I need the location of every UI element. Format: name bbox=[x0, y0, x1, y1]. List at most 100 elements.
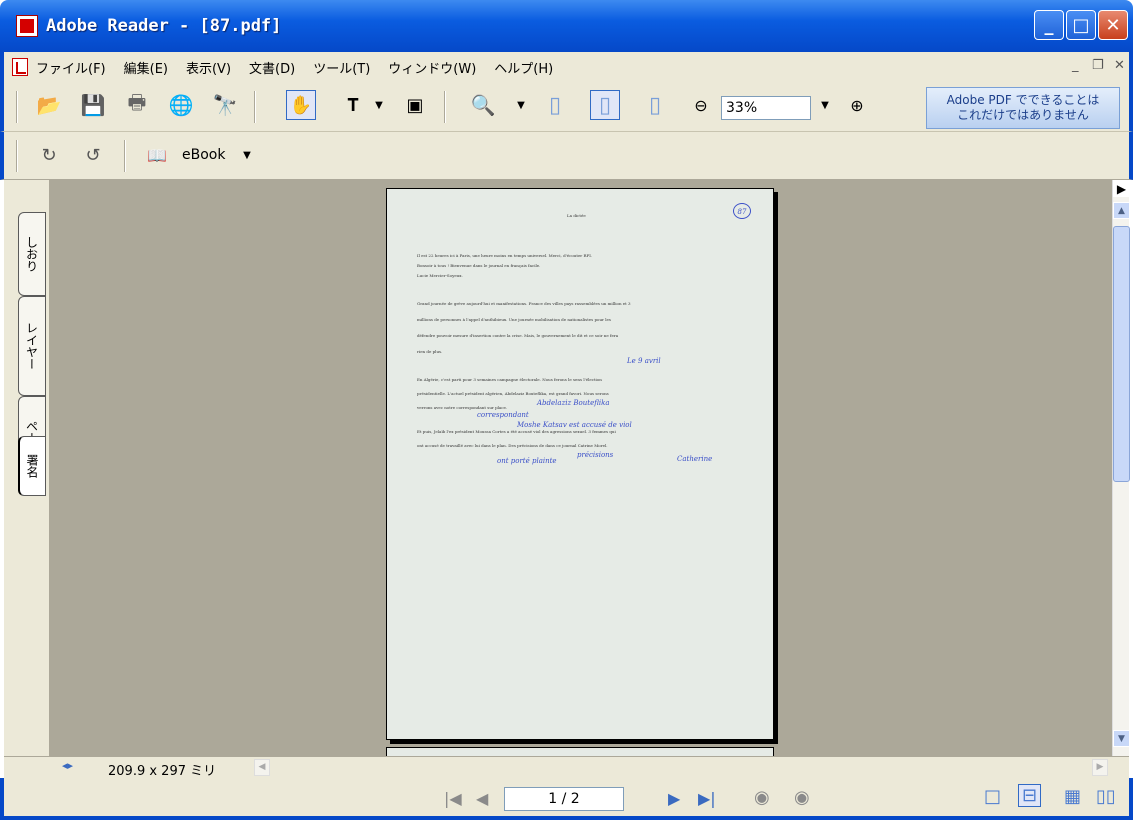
fit-page-icon[interactable]: ▯ bbox=[590, 90, 620, 120]
separator bbox=[124, 140, 126, 172]
continuous-icon[interactable]: ⊟ bbox=[1018, 784, 1042, 807]
save-icon[interactable]: 💾 bbox=[78, 90, 108, 120]
doc-restore-icon[interactable]: ❐ bbox=[1092, 58, 1104, 73]
panel-arrow-icon[interactable]: ▶ bbox=[1113, 180, 1130, 197]
vertical-scrollbar[interactable]: ▶ ▲ ▼ bbox=[1112, 180, 1130, 756]
doc-line-1: Il est 22 heures ici à Paris, une heure … bbox=[417, 253, 593, 258]
ebook-button[interactable]: eBook bbox=[182, 147, 225, 163]
rotate-counterclockwise-icon[interactable]: ↺ bbox=[78, 140, 108, 170]
annotation-katsav: Moshe Katsav est accusé de viol bbox=[517, 421, 632, 429]
doc-line-8: En Algérie, c'est parti pour 3 semaines … bbox=[417, 377, 602, 382]
doc-line-11: Et puis, Jelaïb l'ex président Moussa Co… bbox=[417, 429, 616, 434]
actual-size-icon[interactable]: ▯ bbox=[540, 90, 570, 120]
toolbar-grip bbox=[16, 91, 18, 123]
menu-help[interactable]: ヘルプ(H) bbox=[494, 58, 553, 77]
open-folder-icon[interactable]: 📂 bbox=[34, 90, 64, 120]
doc-line-6: défendre pouvoir mesure d'insertion cont… bbox=[417, 333, 619, 338]
doc-close-icon[interactable]: ✕ bbox=[1114, 58, 1125, 73]
separator bbox=[254, 91, 256, 123]
toolbar-grip bbox=[16, 140, 18, 172]
go-back-icon[interactable]: ◉ bbox=[754, 787, 770, 808]
tab-layers-label: レイヤー bbox=[24, 322, 39, 370]
scroll-down-icon[interactable]: ▼ bbox=[1113, 730, 1130, 747]
menu-view[interactable]: 表示(V) bbox=[186, 58, 231, 77]
document-view[interactable]: La dictée 87 Il est 22 heures ici à Pari… bbox=[50, 180, 1112, 756]
navigation-bar: |◀ ◀ 1 / 2 ▶ ▶| ◉ ◉ □ ⊟ ▦ ▯▯ bbox=[0, 778, 1133, 820]
annotation-correspondant: correspondant bbox=[477, 411, 529, 419]
doc-line-9: présidentielle. L'actuel président algér… bbox=[417, 391, 609, 396]
rotate-clockwise-icon[interactable]: ↻ bbox=[34, 140, 64, 170]
annotation-plainte: ont porté plainte bbox=[497, 457, 557, 465]
zoom-level-dropdown-icon[interactable]: ▼ bbox=[810, 90, 840, 120]
hand-tool-icon[interactable]: ✋ bbox=[286, 90, 316, 120]
page-number-circle: 87 bbox=[733, 203, 751, 219]
status-bar: ◂▸ 209.9 x 297 ミリ ◀ ▶ bbox=[4, 756, 1129, 779]
window-title: Adobe Reader - [87.pdf] bbox=[46, 16, 282, 36]
select-dropdown-icon[interactable]: ▼ bbox=[364, 90, 394, 120]
scroll-up-icon[interactable]: ▲ bbox=[1113, 202, 1130, 219]
adobe-reader-icon bbox=[16, 15, 38, 37]
doc-line-10: verrons avec notre correspondant sur pla… bbox=[417, 405, 508, 410]
title-bar: Adobe Reader - [87.pdf] _ □ ✕ bbox=[0, 0, 1133, 52]
last-page-icon[interactable]: ▶| bbox=[698, 789, 716, 808]
navigation-panel: しおり レイヤー ページ 署名 bbox=[4, 180, 50, 756]
ebook-icon[interactable]: 📖 bbox=[142, 140, 172, 170]
menu-document[interactable]: 文書(D) bbox=[249, 58, 295, 77]
annotation-date: Le 9 avril bbox=[627, 357, 661, 365]
doc-line-12: ont accusé de travaillé avec lui dans le… bbox=[417, 443, 608, 448]
zoom-out-icon[interactable]: ⊖ bbox=[686, 90, 716, 120]
zoom-dropdown-icon[interactable]: ▼ bbox=[506, 90, 536, 120]
go-forward-icon[interactable]: ◉ bbox=[794, 787, 810, 808]
separator bbox=[444, 91, 446, 123]
first-page-icon[interactable]: |◀ bbox=[444, 789, 462, 808]
previous-page-icon[interactable]: ◀ bbox=[476, 789, 488, 808]
annotation-precisions: précisions bbox=[577, 451, 614, 459]
tab-signatures-label: 署名 bbox=[25, 454, 39, 478]
single-page-icon[interactable]: □ bbox=[984, 786, 1001, 807]
menu-bar: ファイル(F) 編集(E) 表示(V) 文書(D) ツール(T) ウィンドウ(W… bbox=[0, 52, 1133, 82]
annotation-catherine: Catherine bbox=[677, 455, 713, 463]
email-icon[interactable]: 🌐 bbox=[166, 90, 196, 120]
close-button[interactable]: ✕ bbox=[1098, 10, 1128, 40]
pdf-page-2 bbox=[386, 747, 774, 756]
doc-title: La dictée bbox=[567, 213, 586, 218]
doc-minimize-icon[interactable]: _ bbox=[1072, 58, 1079, 73]
menu-tools[interactable]: ツール(T) bbox=[313, 58, 370, 77]
scroll-left-icon[interactable]: ◀ bbox=[254, 759, 270, 776]
snapshot-icon[interactable]: ▣ bbox=[400, 90, 430, 120]
doc-line-3: Lucie Mercier-Soyeux. bbox=[417, 273, 463, 278]
doc-line-7: rien de plus. bbox=[417, 349, 443, 354]
minimize-button[interactable]: _ bbox=[1034, 10, 1064, 40]
menu-window[interactable]: ウィンドウ(W) bbox=[388, 58, 476, 77]
zoom-level-input[interactable]: 33% bbox=[721, 96, 811, 120]
document-icon[interactable] bbox=[12, 58, 28, 76]
menu-edit[interactable]: 編集(E) bbox=[124, 58, 168, 77]
promo-line-2: これだけではありません bbox=[957, 108, 1089, 122]
search-icon[interactable]: 🔭 bbox=[210, 90, 240, 120]
continuous-facing-icon[interactable]: ▯▯ bbox=[1096, 786, 1116, 807]
fit-width-icon[interactable]: ▯ bbox=[640, 90, 670, 120]
adobe-promo-button[interactable]: Adobe PDF でできることは これだけではありません bbox=[926, 87, 1120, 129]
tab-layers[interactable]: レイヤー bbox=[18, 296, 46, 396]
next-page-icon[interactable]: ▶ bbox=[668, 789, 680, 808]
menu-file[interactable]: ファイル(F) bbox=[36, 58, 106, 77]
facing-icon[interactable]: ▦ bbox=[1064, 786, 1081, 807]
zoom-in-tool-icon[interactable]: 🔍 bbox=[468, 90, 498, 120]
page-size-label: 209.9 x 297 ミリ bbox=[108, 764, 217, 779]
promo-line-1: Adobe PDF でできることは bbox=[946, 93, 1100, 107]
scroll-thumb[interactable] bbox=[1113, 226, 1130, 482]
scroll-right-icon[interactable]: ▶ bbox=[1092, 759, 1108, 776]
doc-line-4: Grand journée de grève aujourd'hui et ma… bbox=[417, 301, 631, 306]
doc-line-2: Bonsoir à tous ! Bienvenue dans le journ… bbox=[417, 263, 541, 268]
ebook-dropdown-icon[interactable]: ▼ bbox=[232, 140, 262, 170]
page-number-input[interactable]: 1 / 2 bbox=[504, 787, 624, 811]
doc-line-5: millions de personnes à l'appel d'anthib… bbox=[417, 317, 611, 322]
tab-signatures[interactable]: 署名 bbox=[18, 436, 46, 496]
print-icon[interactable]: 🖶 bbox=[122, 90, 152, 120]
tab-bookmarks-label: しおり bbox=[24, 236, 39, 272]
tab-bookmarks[interactable]: しおり bbox=[18, 212, 46, 296]
annotation-name: Abdelaziz Bouteflika bbox=[537, 399, 610, 407]
zoom-in-icon[interactable]: ⊕ bbox=[842, 90, 872, 120]
maximize-button[interactable]: □ bbox=[1066, 10, 1096, 40]
split-handle-icon[interactable]: ◂▸ bbox=[62, 759, 73, 772]
